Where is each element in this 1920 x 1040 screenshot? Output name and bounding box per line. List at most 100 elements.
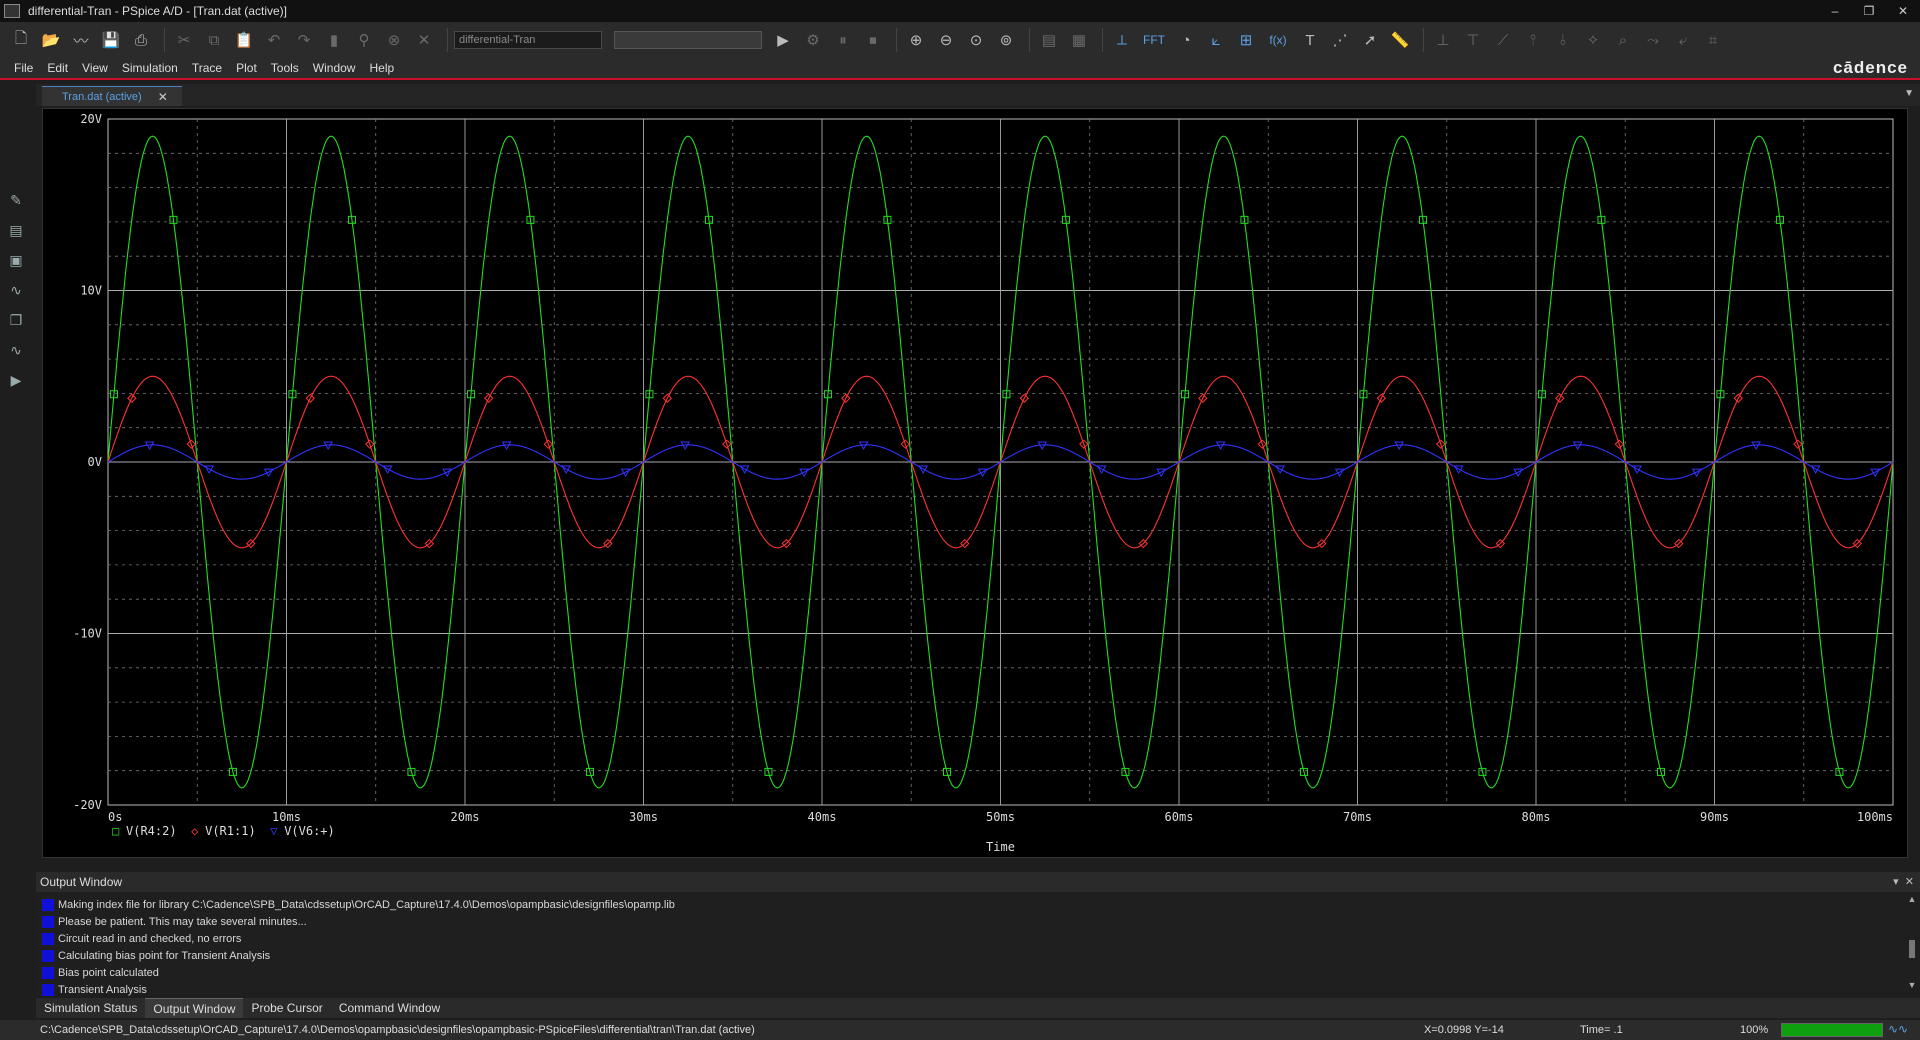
waveform-icon[interactable]: 〰 — [68, 27, 94, 53]
tab-command-window[interactable]: Command Window — [331, 998, 448, 1018]
plot-area[interactable]: 20V 10V 0V -10V -20V 0s 10ms 20ms 30ms 40ms 50ms 60… — [42, 108, 1908, 858]
new-file-icon[interactable]: 🗋 — [8, 27, 34, 53]
windows-icon[interactable]: ❐ — [4, 312, 28, 334]
left-toolbar: ✎ ▤ ▣ ∿ ❐ ∿ ▶ — [0, 82, 32, 872]
output-file-icon[interactable]: ▣ — [4, 252, 28, 274]
y-tick-label: 0V — [88, 455, 102, 469]
axis-settings-icon[interactable]: ⟀ — [1203, 27, 1229, 53]
stop-icon[interactable]: ⏹ — [860, 27, 886, 53]
info-icon — [42, 949, 54, 962]
simulation-profile-select[interactable]: differential-Tran — [454, 31, 602, 49]
tab-output-window[interactable]: Output Window — [145, 998, 244, 1018]
probe-pin-icon[interactable]: ✎ — [4, 192, 28, 214]
tab-label: Tran.dat (active) — [62, 90, 142, 103]
paste-plot-icon[interactable]: ▦ — [1066, 27, 1092, 53]
cursor-min-icon[interactable]: ⫯ — [1520, 27, 1546, 53]
menu-trace[interactable]: Trace — [192, 61, 222, 75]
mark-data-points-icon[interactable]: ⋰ — [1327, 27, 1353, 53]
menu-tools[interactable]: Tools — [271, 61, 299, 75]
cursor-measure-icon[interactable]: 📏 — [1387, 27, 1413, 53]
cursor-slope-icon[interactable]: ⟋ — [1490, 27, 1516, 53]
waveform-plot[interactable]: 20V 10V 0V -10V -20V 0s 10ms 20ms 30ms 40ms 50ms 60… — [43, 109, 1907, 857]
log-axis-icon[interactable]: ⟂ — [1109, 27, 1135, 53]
status-file-path: C:\Cadence\SPB_Data\cdssetup\OrCAD_Captu… — [40, 1024, 755, 1036]
scroll-thumb[interactable] — [1909, 940, 1915, 958]
minimize-button[interactable]: – — [1818, 0, 1852, 22]
legend-marker: ▽ — [270, 824, 278, 838]
cursor-peak-icon[interactable]: ⊥ — [1430, 27, 1456, 53]
output-scrollbar[interactable]: ▲ ▼ — [1906, 894, 1918, 990]
bookmark-icon[interactable]: ▮ — [321, 27, 347, 53]
performance-analysis-icon[interactable]: ◔ — [1173, 27, 1199, 53]
eval-measurement-button[interactable]: f(x) — [1263, 27, 1293, 53]
cursor-max-icon[interactable]: ⫰ — [1550, 27, 1576, 53]
close-button[interactable]: ✕ — [1886, 0, 1920, 22]
tab-simulation-status[interactable]: Simulation Status — [36, 998, 145, 1018]
restore-button[interactable]: ❐ — [1852, 0, 1886, 22]
text-label-icon[interactable]: T — [1297, 27, 1323, 53]
title-bar: differential-Tran - PSpice A/D - [Tran.d… — [0, 0, 1920, 22]
redo-icon[interactable]: ↷ — [291, 27, 317, 53]
copy-icon[interactable]: ⧉ — [201, 27, 227, 53]
print-icon[interactable]: ⎙ — [128, 27, 154, 53]
document-tabs: Tran.dat (active) ✕ ▼ — [36, 84, 1920, 106]
menu-edit[interactable]: Edit — [47, 61, 68, 75]
menu-help[interactable]: Help — [369, 61, 394, 75]
fft-button[interactable]: FFT — [1139, 27, 1169, 53]
legend-label: V(R4:2) — [126, 824, 177, 838]
x-tick-label: 70ms — [1343, 810, 1372, 824]
menu-file[interactable]: File — [14, 61, 33, 75]
delete-marker-icon[interactable]: ⊗ — [381, 27, 407, 53]
x-tick-label: 40ms — [808, 810, 837, 824]
cursor-next-transition-icon[interactable]: ⤳ — [1640, 27, 1666, 53]
y-tick-label: 10V — [80, 284, 102, 298]
cursor-search-icon[interactable]: ⌕ — [1610, 27, 1636, 53]
log-line: Please be patient. This may take several… — [36, 913, 1920, 930]
sim-settings-icon[interactable]: ∿ — [4, 342, 28, 364]
simulation-progress-bar — [1781, 1023, 1883, 1037]
save-icon[interactable]: 💾 — [98, 27, 124, 53]
cursor-prev-transition-icon[interactable]: ⤶ — [1670, 27, 1696, 53]
paste-icon[interactable]: 📋 — [231, 27, 257, 53]
toolbar-separator — [896, 28, 897, 52]
copy-plot-icon[interactable]: ▤ — [1036, 27, 1062, 53]
window-controls: – ❐ ✕ — [1818, 0, 1920, 22]
output-window-controls[interactable]: ▾ ✕ — [1893, 875, 1914, 888]
zoom-area-icon[interactable]: ⊙ — [963, 27, 989, 53]
info-icon — [42, 966, 54, 979]
pause-icon[interactable]: ⏸ — [830, 27, 856, 53]
toolbar-separator — [1423, 28, 1424, 52]
tab-probe-cursor[interactable]: Probe Cursor — [243, 998, 330, 1018]
toggle-cursor-icon[interactable]: ➚ — [1357, 27, 1383, 53]
log-line: Bias point calculated — [36, 964, 1920, 981]
close-tab-icon[interactable]: ✕ — [158, 90, 168, 104]
marker-icon[interactable]: ⚲ — [351, 27, 377, 53]
add-trace-icon[interactable]: ⊞ — [1233, 27, 1259, 53]
zoom-out-icon[interactable]: ⊖ — [933, 27, 959, 53]
y-tick-label: -20V — [73, 798, 102, 812]
log-line: Transient Analysis — [36, 981, 1920, 998]
legend-label: V(R1:1) — [205, 824, 256, 838]
menu-plot[interactable]: Plot — [236, 61, 257, 75]
cut-icon[interactable]: ✂ — [171, 27, 197, 53]
label-point-icon[interactable]: ⌗ — [1700, 27, 1726, 53]
run-options-icon[interactable]: ▶ — [4, 372, 28, 394]
cursor-trough-icon[interactable]: ⊤ — [1460, 27, 1486, 53]
delete-all-markers-icon[interactable]: ✕ — [411, 27, 437, 53]
netlist-icon[interactable]: ▤ — [4, 222, 28, 244]
legend-marker: ◇ — [191, 824, 199, 838]
waveform-markers-icon[interactable]: ∿ — [4, 282, 28, 304]
tab-list-chevron-icon[interactable]: ▼ — [1904, 88, 1914, 99]
tab-tran-dat[interactable]: Tran.dat (active) ✕ — [42, 86, 182, 106]
output-log: Making index file for library C:\Cadence… — [36, 892, 1920, 996]
menu-simulation[interactable]: Simulation — [122, 61, 178, 75]
edit-profile-icon[interactable]: ⚙ — [800, 27, 826, 53]
menu-view[interactable]: View — [82, 61, 108, 75]
undo-icon[interactable]: ↶ — [261, 27, 287, 53]
cursor-point-icon[interactable]: ✧ — [1580, 27, 1606, 53]
open-folder-icon[interactable]: 📂 — [38, 27, 64, 53]
menu-window[interactable]: Window — [313, 61, 356, 75]
run-icon[interactable]: ▶ — [770, 27, 796, 53]
zoom-fit-icon[interactable]: ⊚ — [993, 27, 1019, 53]
zoom-in-icon[interactable]: ⊕ — [903, 27, 929, 53]
